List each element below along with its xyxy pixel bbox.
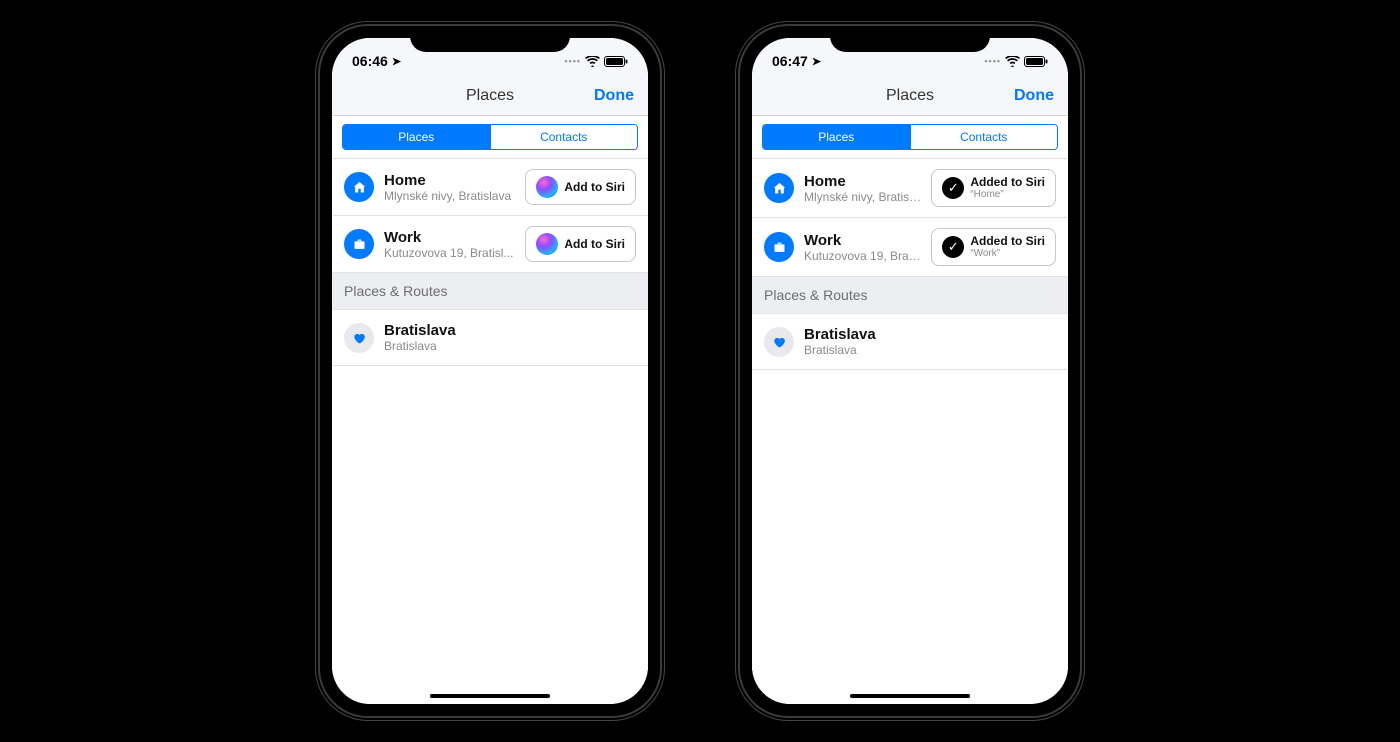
battery-icon [1024, 56, 1048, 67]
add-to-siri-button[interactable]: Add to Siri [525, 169, 636, 205]
home-icon [344, 172, 374, 202]
location-arrow-icon: ➤ [812, 55, 821, 68]
cell-subtitle: Bratislava [384, 339, 636, 353]
siri-phrase: “Work” [970, 248, 1045, 259]
notch [410, 26, 570, 52]
phone-frame-left: 06:46 ➤ •••• Places Done Places Contacts [320, 26, 660, 716]
status-time: 06:46 [352, 53, 388, 69]
wifi-icon [1005, 56, 1020, 67]
favorite-cell-work[interactable]: Work Kutuzovova 19, Bratisl... Add to Si… [332, 216, 648, 273]
cell-subtitle: Mlynské nivy, Bratislava [384, 189, 515, 203]
add-to-siri-button[interactable]: Add to Siri [525, 226, 636, 262]
notch [830, 26, 990, 52]
cell-subtitle: Kutuzovova 19, Bratisl... [804, 249, 921, 263]
segmented-control-wrapper: Places Contacts [332, 116, 648, 159]
segment-places[interactable]: Places [343, 125, 490, 149]
section-header: Places & Routes [332, 273, 648, 310]
signal-icon: •••• [564, 56, 581, 66]
nav-title: Places [466, 87, 514, 105]
segment-contacts[interactable]: Contacts [490, 125, 638, 149]
briefcase-icon [764, 232, 794, 262]
list: Home Mlynské nivy, Bratislava ✓ Added to… [752, 159, 1068, 704]
home-indicator[interactable] [850, 694, 970, 698]
cell-subtitle: Bratislava [804, 343, 1056, 357]
siri-button-label: Added to Siri [970, 176, 1045, 189]
screen: 06:46 ➤ •••• Places Done Places Contacts [332, 38, 648, 704]
segment-contacts[interactable]: Contacts [910, 125, 1058, 149]
nav-title: Places [886, 87, 934, 105]
location-arrow-icon: ➤ [392, 55, 401, 68]
segment-places[interactable]: Places [763, 125, 910, 149]
added-to-siri-button[interactable]: ✓ Added to Siri “Work” [931, 228, 1056, 266]
segmented-control-wrapper: Places Contacts [752, 116, 1068, 159]
section-header: Places & Routes [752, 277, 1068, 314]
siri-phrase: “Home” [970, 189, 1045, 200]
siri-button-label: Added to Siri [970, 235, 1045, 248]
checkmark-icon: ✓ [942, 177, 964, 199]
cell-title: Work [804, 232, 921, 249]
favorite-cell-home[interactable]: Home Mlynské nivy, Bratislava ✓ Added to… [752, 159, 1068, 218]
siri-button-label: Add to Siri [564, 180, 625, 194]
cell-title: Home [384, 172, 515, 189]
nav-bar: Places Done [752, 76, 1068, 116]
heart-icon [764, 327, 794, 357]
place-cell-bratislava[interactable]: Bratislava Bratislava [752, 314, 1068, 370]
cell-title: Bratislava [384, 322, 636, 339]
segmented-control: Places Contacts [342, 124, 638, 150]
favorite-cell-home[interactable]: Home Mlynské nivy, Bratislava Add to Sir… [332, 159, 648, 216]
place-cell-bratislava[interactable]: Bratislava Bratislava [332, 310, 648, 366]
favorite-cell-work[interactable]: Work Kutuzovova 19, Bratisl... ✓ Added t… [752, 218, 1068, 277]
list: Home Mlynské nivy, Bratislava Add to Sir… [332, 159, 648, 704]
wifi-icon [585, 56, 600, 67]
nav-bar: Places Done [332, 76, 648, 116]
done-button[interactable]: Done [594, 87, 634, 105]
status-time: 06:47 [772, 53, 808, 69]
battery-icon [604, 56, 628, 67]
added-to-siri-button[interactable]: ✓ Added to Siri “Home” [931, 169, 1056, 207]
cell-title: Home [804, 173, 921, 190]
home-indicator[interactable] [430, 694, 550, 698]
siri-orb-icon [536, 233, 558, 255]
segmented-control: Places Contacts [762, 124, 1058, 150]
cell-subtitle: Mlynské nivy, Bratislava [804, 190, 921, 204]
signal-icon: •••• [984, 56, 1001, 66]
checkmark-icon: ✓ [942, 236, 964, 258]
cell-subtitle: Kutuzovova 19, Bratisl... [384, 246, 515, 260]
briefcase-icon [344, 229, 374, 259]
done-button[interactable]: Done [1014, 87, 1054, 105]
cell-title: Work [384, 229, 515, 246]
siri-button-label: Add to Siri [564, 237, 625, 251]
cell-title: Bratislava [804, 326, 1056, 343]
home-icon [764, 173, 794, 203]
siri-orb-icon [536, 176, 558, 198]
screen: 06:47 ➤ •••• Places Done Places Contacts [752, 38, 1068, 704]
heart-icon [344, 323, 374, 353]
phone-frame-right: 06:47 ➤ •••• Places Done Places Contacts [740, 26, 1080, 716]
